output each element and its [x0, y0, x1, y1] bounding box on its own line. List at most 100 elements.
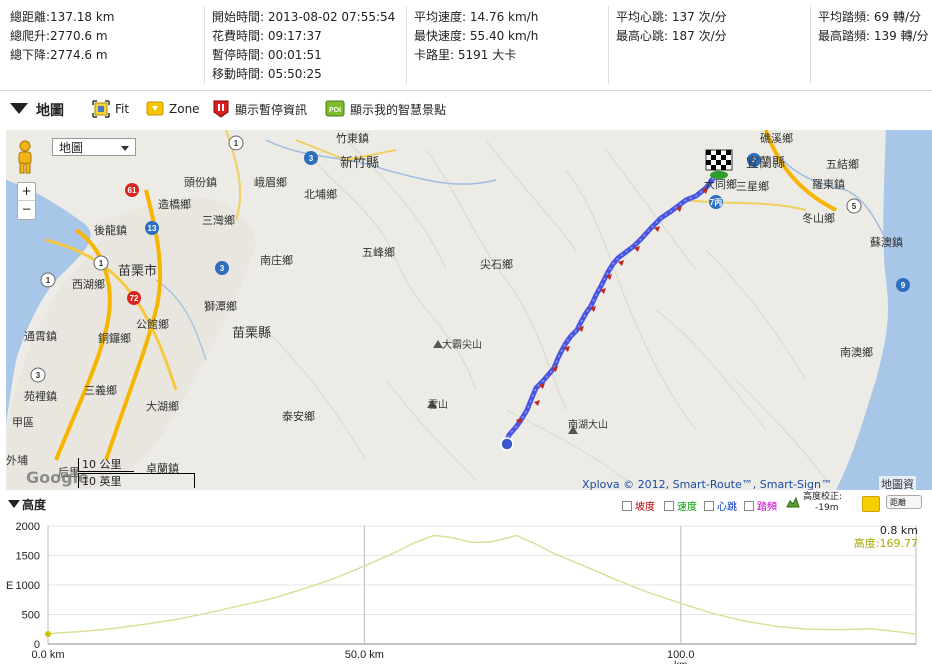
x-axis-unit-value: 距離: [890, 498, 906, 507]
svg-text:7丙: 7丙: [710, 198, 722, 207]
checkbox-box[interactable]: [664, 500, 674, 511]
zone-label: Zone: [169, 102, 200, 116]
map-label: 後龍鎮: [94, 224, 127, 237]
elevation-point: [711, 612, 713, 614]
max-speed: 最快速度: 55.40 km/h: [414, 29, 539, 43]
zone-warning-icon[interactable]: [862, 496, 880, 512]
map-label: 大霸尖山: [442, 340, 482, 351]
elevation-point: [648, 592, 650, 594]
map-label: 南湖大山: [568, 420, 608, 431]
svg-text:1: 1: [46, 276, 51, 285]
map-label: 造橋鄉: [158, 198, 191, 211]
elevation-point: [60, 632, 62, 634]
elevation-point: [515, 534, 517, 537]
checkbox-box[interactable]: [704, 500, 714, 511]
svg-text:5: 5: [852, 202, 857, 211]
elevation-point: [869, 628, 872, 630]
y-tick-label: 2000: [16, 521, 40, 533]
map-type-select[interactable]: 地圖: [52, 138, 136, 156]
elevation-point: [110, 628, 112, 630]
route-map[interactable]: 3 61 13 3 72 1 1 3 1 1 2 7丙 9 5: [6, 130, 932, 490]
x-tick-label: 50.0 km: [345, 649, 384, 661]
collapse-map-toggle[interactable]: [10, 103, 28, 114]
svg-text:72: 72: [130, 294, 139, 303]
fit-button[interactable]: Fit: [92, 100, 129, 118]
poi-label: 顯示我的智慧景點: [350, 102, 447, 117]
svg-text:3: 3: [309, 154, 314, 163]
elevation-point: [553, 553, 555, 555]
zoom-in-button[interactable]: +: [18, 183, 35, 201]
map-type-value: 地圖: [59, 141, 84, 155]
map-toolbar: 地圖 Fit Zone 顯示暫停資訊 POI 顯示我的智慧景點: [0, 92, 932, 128]
slope-checkbox[interactable]: 坡度: [622, 498, 655, 513]
svg-text:POI: POI: [329, 107, 341, 114]
elevation-point: [142, 623, 144, 626]
cursor-readout: 0.8 km 高度:169.77: [854, 524, 918, 550]
x-axis-unit-select[interactable]: 距離: [886, 495, 922, 509]
elevation-point: [363, 565, 365, 567]
elevation-point: [680, 602, 682, 604]
total-distance: 總距離:137.18 km: [10, 10, 115, 24]
map-label: 羅東鎮: [812, 178, 845, 191]
map-label: 蘇澳鎮: [870, 236, 903, 249]
moving-time: 移動時間: 05:50:25: [212, 67, 322, 81]
map-label: 雪山: [428, 400, 448, 411]
finish-flag-icon[interactable]: [705, 149, 733, 179]
divider: [810, 6, 811, 84]
avg-speed: 平均速度: 14.76 km/h: [414, 10, 539, 24]
elevation-point: [452, 537, 454, 539]
elevation-point: [775, 625, 777, 627]
elevation-point: [395, 551, 397, 553]
show-pause-info-button[interactable]: 顯示暫停資訊: [212, 100, 307, 118]
elevation-point: [585, 566, 587, 568]
zoom-out-button[interactable]: −: [18, 201, 35, 218]
elevation-point: [79, 631, 81, 633]
scale-bar: 10 公里 10 英里: [76, 458, 195, 490]
correction-value: -19m: [815, 503, 839, 513]
map-section-title: 地圖: [36, 103, 64, 119]
map-label: 宜蘭縣: [746, 156, 786, 171]
map-label: 南庄鄉: [260, 254, 293, 267]
street-view-pegman-icon[interactable]: [14, 140, 36, 174]
y-tick-label: 500: [22, 610, 40, 622]
show-poi-button[interactable]: POI 顯示我的智慧景點: [325, 100, 446, 118]
zone-button[interactable]: Zone: [146, 100, 200, 118]
map-label: 冬山鄉: [802, 212, 835, 225]
x-tick-label: 0.0 km: [31, 649, 64, 661]
map-credit-link[interactable]: Xplova © 2012, Smart-Route™, Smart-Sign™: [582, 478, 832, 490]
map-label: 苗栗市: [118, 264, 158, 279]
speed-checkbox[interactable]: 速度: [664, 498, 697, 513]
elevation-chart[interactable]: 05001000150020000.0 km50.0 km100.0kmE: [0, 518, 932, 664]
avg-heart-rate: 平均心跳: 137 次/分: [616, 10, 727, 24]
start-marker-icon[interactable]: [500, 437, 514, 451]
elapsed-time: 花費時間: 09:17:37: [212, 29, 322, 43]
speed-label: 速度: [677, 502, 697, 513]
heart-rate-checkbox[interactable]: 心跳: [704, 498, 737, 513]
elevation-point: [173, 619, 176, 621]
stats-heart-column: 平均心跳: 137 次/分 最高心跳: 187 次/分: [616, 8, 727, 46]
checkbox-box[interactable]: [622, 500, 632, 511]
map-label: 大同鄉: [704, 178, 737, 191]
svg-text:13: 13: [148, 224, 157, 233]
map-label: 銅鑼鄉: [98, 332, 131, 345]
readout-altitude: 高度:169.77: [853, 537, 918, 550]
svg-text:9: 9: [901, 281, 906, 290]
checkbox-box[interactable]: [744, 500, 754, 511]
collapse-elevation-toggle[interactable]: [8, 500, 20, 508]
map-label: 新竹縣: [340, 156, 380, 171]
elevation-correction-icon[interactable]: [786, 496, 800, 508]
readout-distance: 0.8 km: [879, 524, 918, 537]
map-label: 五峰鄉: [362, 246, 395, 259]
map-label: 五結鄉: [826, 158, 859, 171]
svg-text:61: 61: [128, 186, 137, 195]
zoom-control: + −: [17, 182, 36, 220]
stats-cadence-column: 平均踏頻: 69 轉/分 最高踏頻: 139 轉/分: [818, 8, 929, 46]
svg-text:3: 3: [36, 371, 41, 380]
correction-label: 高度校正:: [803, 492, 843, 502]
map-data-link[interactable]: 地圖資: [879, 476, 916, 490]
svg-text:3: 3: [220, 264, 225, 273]
elevation-point: [806, 628, 808, 630]
y-tick-label: 1500: [16, 551, 40, 563]
elevation-point: [205, 612, 207, 614]
cadence-checkbox[interactable]: 踏頻: [744, 498, 777, 513]
